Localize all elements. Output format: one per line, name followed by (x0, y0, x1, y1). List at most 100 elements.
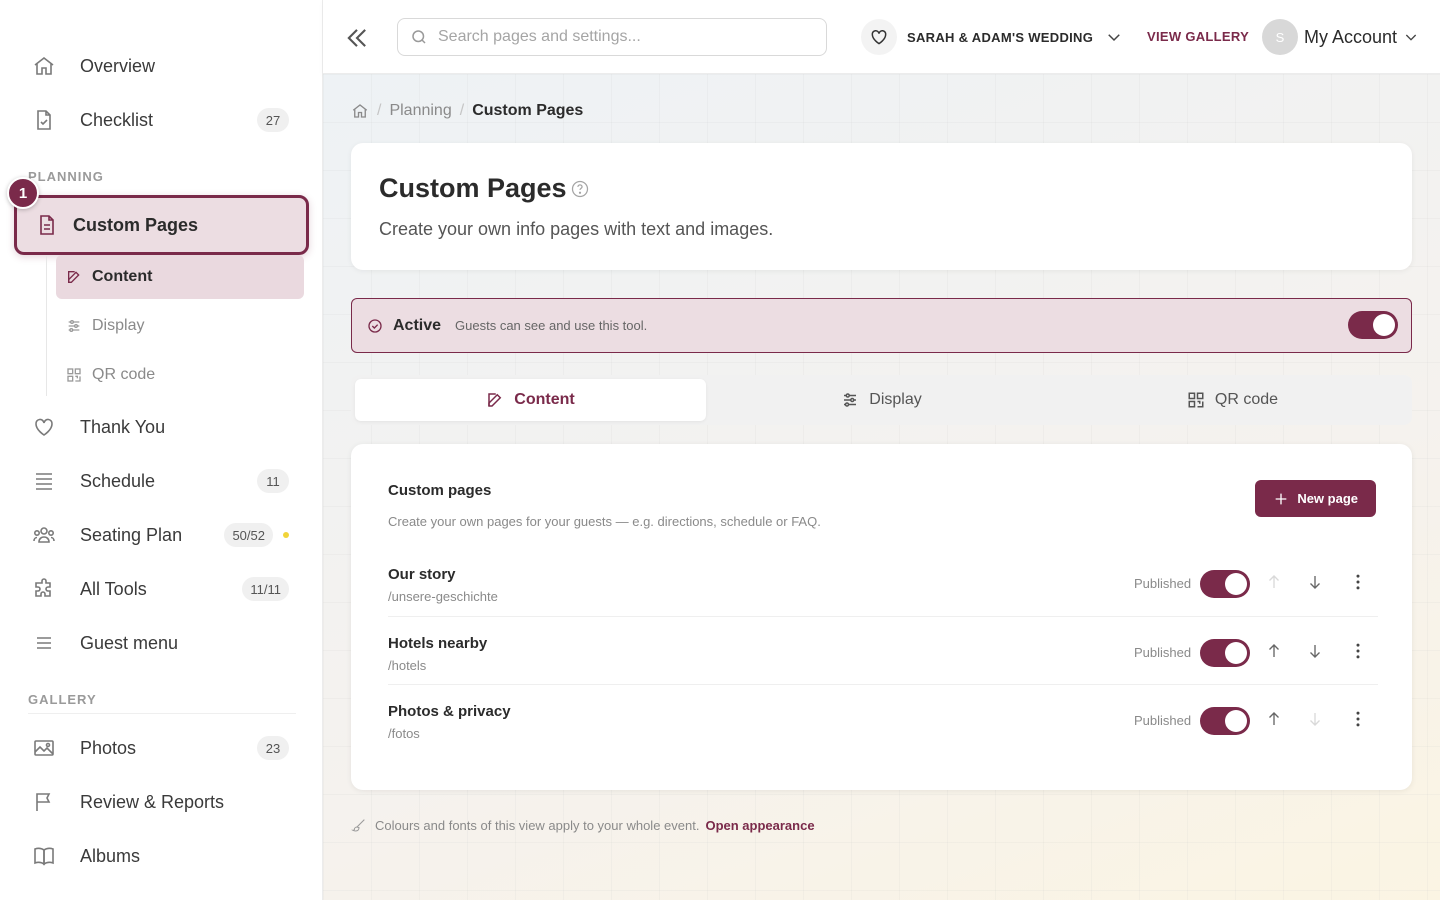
page-slug: /fotos (388, 726, 420, 741)
chevron-down-icon (1108, 34, 1120, 42)
arrow-up-icon (1269, 575, 1279, 588)
page-name: Our story (388, 566, 456, 583)
open-appearance-link[interactable]: Open appearance (705, 818, 814, 833)
heart-icon (35, 418, 53, 436)
count-badge: 23 (257, 736, 289, 760)
event-name: SARAH & ADAM'S WEDDING (907, 29, 1094, 45)
appearance-note-text: Colours and fonts of this view apply to … (375, 817, 700, 833)
edit-icon (68, 271, 80, 283)
section-label-gallery: GALLERY (28, 692, 97, 707)
sidebar-item-all-tools[interactable]: All Tools 11/11 (20, 567, 303, 611)
sidebar-item-label: Seating Plan (80, 524, 183, 545)
sidebar-item-label: Checklist (80, 109, 154, 130)
help-icon[interactable] (570, 179, 590, 199)
sidebar-item-overview[interactable]: Overview (20, 44, 303, 88)
page-slug: /unsere-geschichte (388, 589, 498, 604)
page-description: Create your own info pages with text and… (379, 219, 774, 239)
status-dot (283, 532, 289, 538)
sidebar-item-label: Schedule (80, 470, 156, 491)
sidebar-item-photos[interactable]: Photos 23 (20, 726, 303, 770)
publish-status: Published (1134, 576, 1192, 591)
checklist-icon (37, 110, 51, 130)
account-menu[interactable]: S My Account (1262, 18, 1419, 56)
new-page-button[interactable]: New page (1255, 480, 1376, 517)
edit-icon (488, 393, 502, 407)
brush-icon (351, 819, 365, 832)
count-badge: 11 (257, 469, 289, 493)
page-row[interactable]: Our story /unsere-geschichte Published (388, 548, 1378, 616)
sidebar-item-checklist[interactable]: Checklist 27 (20, 98, 303, 142)
view-gallery-link[interactable]: VIEW GALLERY (1147, 29, 1249, 44)
publish-toggle[interactable] (1200, 639, 1250, 667)
page-row[interactable]: Photos & privacy /fotos Published (388, 684, 1378, 752)
publish-status: Published (1134, 645, 1192, 660)
section-label-planning: PLANNING (28, 169, 104, 184)
document-icon (40, 215, 54, 235)
tab-bar: Content Display QR code (351, 375, 1412, 425)
sidebar-subitem-label: Content (92, 268, 153, 285)
sidebar-item-label: All Tools (80, 578, 147, 599)
sidebar-item-label: Overview (80, 55, 156, 76)
book-icon (34, 847, 54, 866)
count-badge: 11/11 (242, 577, 289, 601)
page-slug: /hotels (388, 658, 427, 673)
sliders-icon (68, 320, 80, 332)
count-badge: 27 (257, 108, 289, 132)
more-options-icon[interactable] (1348, 641, 1368, 661)
page-row[interactable]: Hotels nearby /hotels Published (388, 616, 1378, 684)
menu-icon (37, 637, 51, 649)
step-badge: 1 (7, 177, 39, 209)
breadcrumb-separator: / (459, 102, 465, 119)
arrow-down-icon[interactable] (1306, 642, 1324, 660)
chevron-down-icon (1405, 34, 1417, 41)
sidebar-item-label: Guest menu (80, 632, 179, 653)
main-content: / Planning / Custom Pages Custom Pages C… (323, 74, 1440, 900)
sidebar-item-guest-menu[interactable]: Guest menu (20, 621, 303, 665)
arrow-down-icon[interactable] (1306, 573, 1324, 591)
breadcrumb-planning[interactable]: Planning (389, 102, 451, 120)
collapse-sidebar-icon[interactable] (343, 24, 371, 52)
sidebar-item-review-reports[interactable]: Review & Reports (20, 780, 303, 824)
publish-toggle[interactable] (1200, 570, 1250, 598)
sidebar-item-schedule[interactable]: Schedule 11 (20, 459, 303, 503)
event-selector[interactable]: SARAH & ADAM'S WEDDING (861, 18, 1123, 56)
more-options-icon[interactable] (1348, 709, 1368, 729)
tab-content[interactable]: Content (355, 379, 706, 421)
custom-pages-card: Custom pages Create your own pages for y… (351, 444, 1412, 790)
search-input[interactable] (438, 28, 798, 46)
sidebar-item-thank-you[interactable]: Thank You (20, 405, 303, 449)
appearance-note: Colours and fonts of this view apply to … (351, 817, 815, 833)
arrow-up-icon[interactable] (1265, 642, 1283, 660)
qr-icon (1188, 392, 1204, 408)
arrow-down-icon (1310, 713, 1320, 726)
new-page-label: New page (1297, 491, 1358, 506)
section-divider (28, 713, 296, 714)
event-heart (861, 19, 897, 55)
arrow-up-icon[interactable] (1265, 710, 1283, 728)
sidebar-item-custom-pages[interactable]: Custom Pages (14, 195, 309, 255)
sidebar-item-label: Photos (80, 737, 137, 758)
tool-active-toggle[interactable] (1348, 311, 1398, 339)
page-header-card: Custom Pages Create your own info pages … (351, 143, 1412, 270)
sidebar-subitem-qr-code[interactable]: QR code (56, 353, 304, 397)
tab-display[interactable]: Display (706, 379, 1057, 421)
home-icon[interactable] (351, 102, 369, 120)
sidebar-subitem-content[interactable]: Content (56, 255, 304, 299)
sidebar-subitem-display[interactable]: Display (56, 304, 304, 348)
breadcrumb-current: Custom Pages (472, 102, 584, 119)
avatar: S (1262, 19, 1298, 55)
page-title: Custom Pages (379, 173, 567, 203)
sidebar-item-albums[interactable]: Albums (20, 834, 303, 878)
publish-toggle[interactable] (1200, 707, 1250, 735)
check-circle-icon (368, 318, 382, 333)
more-options-icon[interactable] (1348, 572, 1368, 592)
account-label: My Account (1304, 26, 1398, 47)
plus-icon (1275, 493, 1287, 504)
tab-qr-code[interactable]: QR code (1057, 379, 1408, 421)
tab-label: Content (514, 391, 575, 408)
tab-label: QR code (1214, 391, 1279, 408)
qr-icon (67, 368, 81, 382)
sidebar-item-label: Review & Reports (80, 791, 225, 812)
status-label: Active (393, 316, 442, 334)
sidebar-item-seating-plan[interactable]: Seating Plan 50/52 (20, 513, 303, 557)
